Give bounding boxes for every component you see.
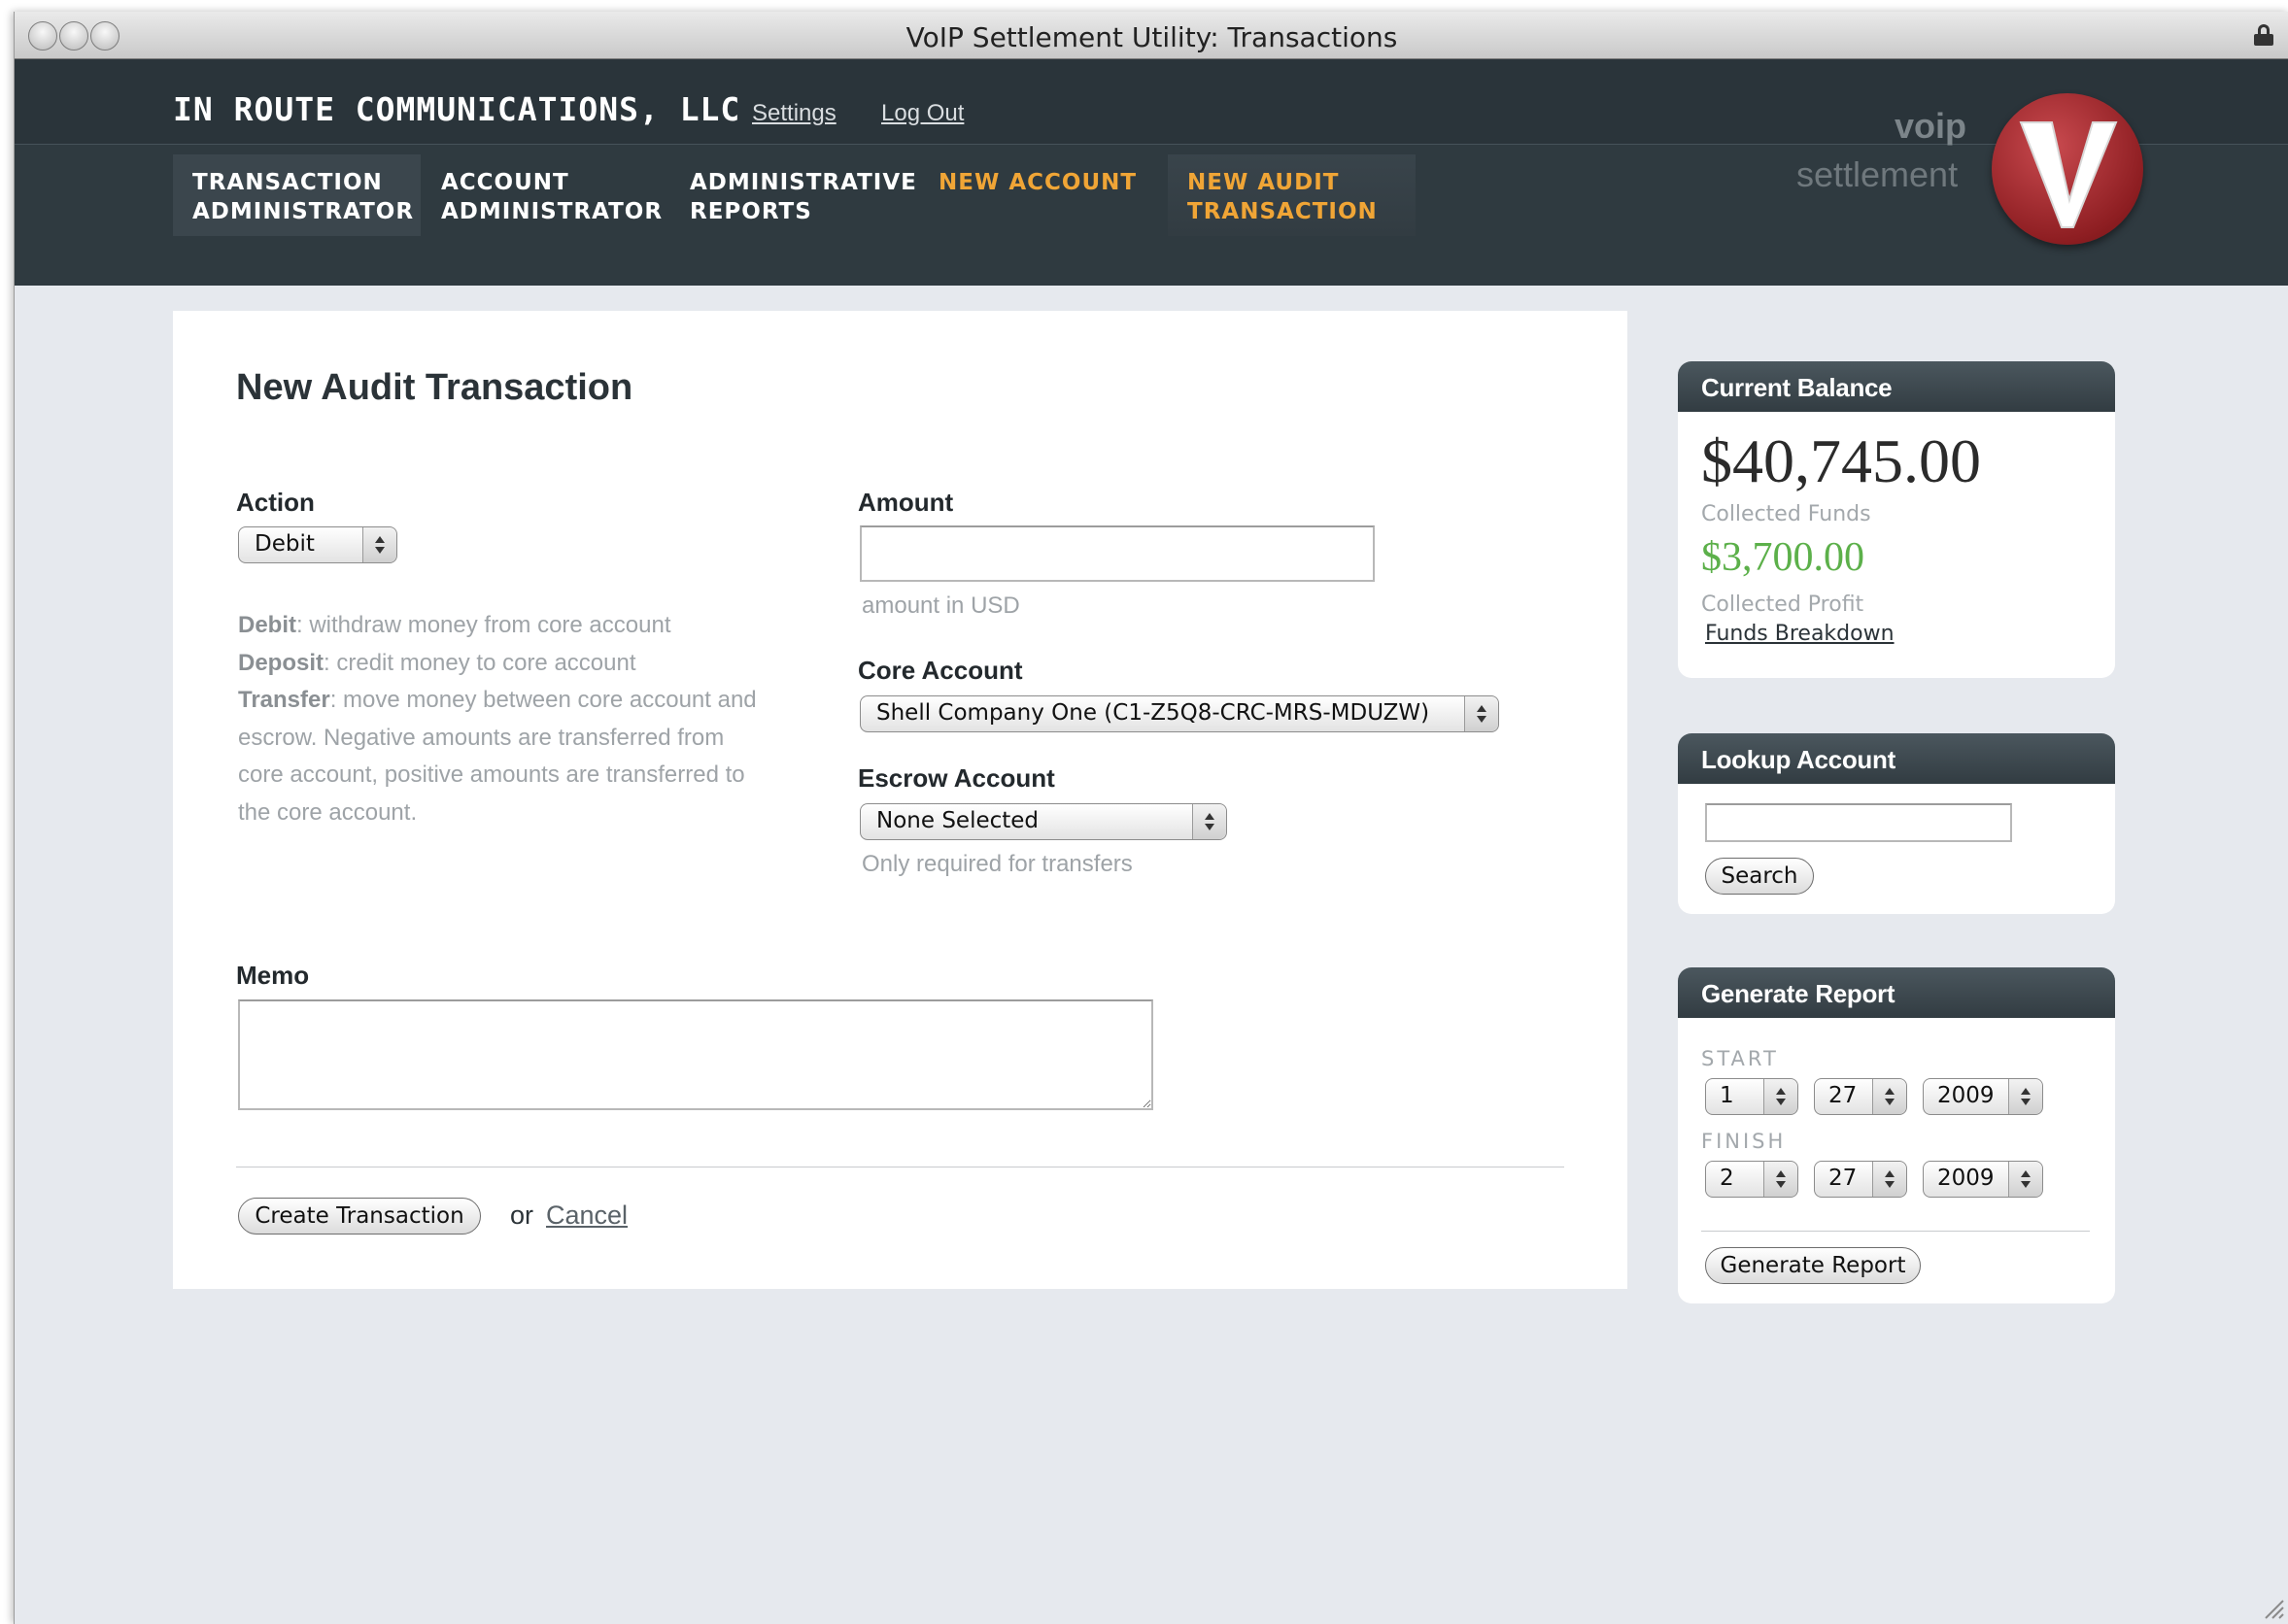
or-text: or: [510, 1201, 534, 1230]
select-value: 27: [1828, 1166, 1858, 1191]
select-value: 1: [1720, 1083, 1734, 1108]
help-term: Transfer: [238, 687, 330, 713]
help-line: core account, positive amounts are trans…: [238, 761, 745, 788]
collected-funds-value: $40,745.00: [1701, 426, 1981, 495]
select-value: 27: [1828, 1083, 1858, 1108]
cancel-link[interactable]: Cancel: [546, 1201, 628, 1231]
page-title: New Audit Transaction: [236, 367, 633, 408]
tab-new-audit-transaction[interactable]: NEW AUDIT TRANSACTION: [1168, 154, 1416, 236]
help-text: : move money between core account and: [329, 687, 757, 713]
start-day-select[interactable]: 27: [1814, 1078, 1907, 1115]
finish-month-select[interactable]: 2: [1705, 1161, 1798, 1198]
tab-label-line1: TRANSACTION: [192, 170, 383, 195]
tab-label-line1: ACCOUNT: [441, 170, 569, 195]
collected-profit-value: $3,700.00: [1701, 535, 1864, 580]
help-text: : credit money to core account: [324, 649, 636, 676]
tab-label-line1: NEW ACCOUNT: [939, 170, 1138, 195]
action-label: Action: [236, 488, 315, 517]
company-name: IN ROUTE COMMUNICATIONS, LLC: [173, 90, 741, 128]
help-line: the core account.: [238, 798, 418, 826]
collected-funds-label: Collected Funds: [1701, 502, 1871, 526]
escrow-account-label: Escrow Account: [858, 763, 1055, 793]
main-content-card: New Audit Transaction Action Debit Debit…: [173, 311, 1627, 1289]
core-account-select[interactable]: Shell Company One (C1-Z5Q8-CRC-MRS-MDUZW…: [860, 695, 1499, 732]
window-title: VoIP Settlement Utility: Transactions: [905, 21, 1398, 53]
current-balance-widget: Current Balance $40,745.00 Collected Fun…: [1678, 361, 2115, 678]
help-text: : withdraw money from core account: [296, 612, 671, 638]
finish-day-select[interactable]: 27: [1814, 1161, 1907, 1198]
title-bar: VoIP Settlement Utility: Transactions: [15, 12, 2288, 59]
widget-divider: [1701, 1231, 2090, 1232]
help-term: Debit: [238, 612, 296, 638]
select-value: 2009: [1937, 1083, 1995, 1108]
escrow-hint: Only required for transfers: [862, 851, 1133, 877]
select-arrows-icon: [1464, 696, 1498, 731]
window-resize-grip-icon[interactable]: [2260, 1595, 2285, 1620]
finish-year-select[interactable]: 2009: [1923, 1161, 2043, 1198]
widget-title: Lookup Account: [1678, 733, 2115, 784]
select-arrows-icon: [1763, 1079, 1797, 1114]
select-arrows-icon: [2008, 1162, 2042, 1197]
lookup-account-widget: Lookup Account Search: [1678, 733, 2115, 914]
tab-label-line1: NEW AUDIT: [1187, 170, 1340, 195]
lookup-account-input[interactable]: [1705, 803, 2012, 842]
select-arrows-icon: [1192, 804, 1226, 839]
amount-label: Amount: [858, 488, 954, 517]
generate-report-widget: Generate Report START 1 27 2009 FINISH 2…: [1678, 967, 2115, 1303]
tab-new-account[interactable]: NEW ACCOUNT: [919, 154, 1167, 236]
settings-link[interactable]: Settings: [752, 100, 837, 127]
create-transaction-button[interactable]: Create Transaction: [238, 1198, 481, 1235]
tab-label-line2: TRANSACTION: [1187, 199, 1378, 224]
start-year-select[interactable]: 2009: [1923, 1078, 2043, 1115]
widget-title: Current Balance: [1678, 361, 2115, 412]
escrow-account-select-value: None Selected: [876, 808, 1040, 833]
core-account-select-value: Shell Company One (C1-Z5Q8-CRC-MRS-MDUZW…: [876, 700, 1430, 726]
search-button[interactable]: Search: [1705, 858, 1814, 895]
tab-label-line2: ADMINISTRATOR: [192, 199, 415, 224]
select-arrows-icon: [1872, 1162, 1906, 1197]
amount-input[interactable]: [860, 525, 1375, 582]
lock-icon: [2254, 24, 2273, 46]
collected-profit-label: Collected Profit: [1701, 592, 1864, 617]
funds-breakdown-link[interactable]: Funds Breakdown: [1705, 622, 1895, 646]
voip-logo-icon: [1992, 93, 2143, 245]
help-term: Deposit: [238, 649, 324, 676]
tab-label-line2: ADMINISTRATOR: [441, 199, 664, 224]
select-value: 2: [1720, 1166, 1734, 1191]
help-line-transfer: Transfer: move money between core accoun…: [238, 682, 821, 720]
tab-transaction-administrator[interactable]: TRANSACTION ADMINISTRATOR: [173, 154, 421, 236]
escrow-account-select[interactable]: None Selected: [860, 803, 1227, 840]
generate-report-button[interactable]: Generate Report: [1705, 1247, 1921, 1284]
select-arrows-icon: [362, 527, 396, 562]
action-select-value: Debit: [255, 531, 315, 557]
action-help: Debit: withdraw money from core account …: [238, 607, 821, 831]
tab-account-administrator[interactable]: ACCOUNT ADMINISTRATOR: [422, 154, 669, 236]
start-month-select[interactable]: 1: [1705, 1078, 1798, 1115]
site-header: IN ROUTE COMMUNICATIONS, LLC Settings Lo…: [15, 59, 2288, 286]
select-arrows-icon: [1872, 1079, 1906, 1114]
memo-label: Memo: [236, 961, 310, 990]
logout-link[interactable]: Log Out: [881, 100, 964, 127]
tab-label-line2: REPORTS: [690, 199, 812, 224]
core-account-label: Core Account: [858, 656, 1023, 685]
tab-label-line1: ADMINISTRATIVE: [690, 170, 917, 195]
tab-administrative-reports[interactable]: ADMINISTRATIVE REPORTS: [670, 154, 918, 236]
help-line-debit: Debit: withdraw money from core account: [238, 607, 821, 645]
help-line-deposit: Deposit: credit money to core account: [238, 645, 821, 683]
logo-word-voip: voip: [1895, 106, 1967, 146]
action-select[interactable]: Debit: [238, 526, 397, 563]
logo-word-settlement: settlement: [1796, 154, 1959, 194]
app-window: VoIP Settlement Utility: Transactions IN…: [14, 12, 2288, 1624]
select-value: 2009: [1937, 1166, 1995, 1191]
select-arrows-icon: [1763, 1162, 1797, 1197]
finish-label: FINISH: [1701, 1130, 1787, 1153]
select-arrows-icon: [2008, 1079, 2042, 1114]
widget-title: Generate Report: [1678, 967, 2115, 1018]
start-label: START: [1701, 1047, 1779, 1070]
amount-hint: amount in USD: [862, 592, 1020, 619]
help-line: escrow. Negative amounts are transferred…: [238, 724, 725, 751]
memo-textarea[interactable]: [238, 999, 1153, 1110]
